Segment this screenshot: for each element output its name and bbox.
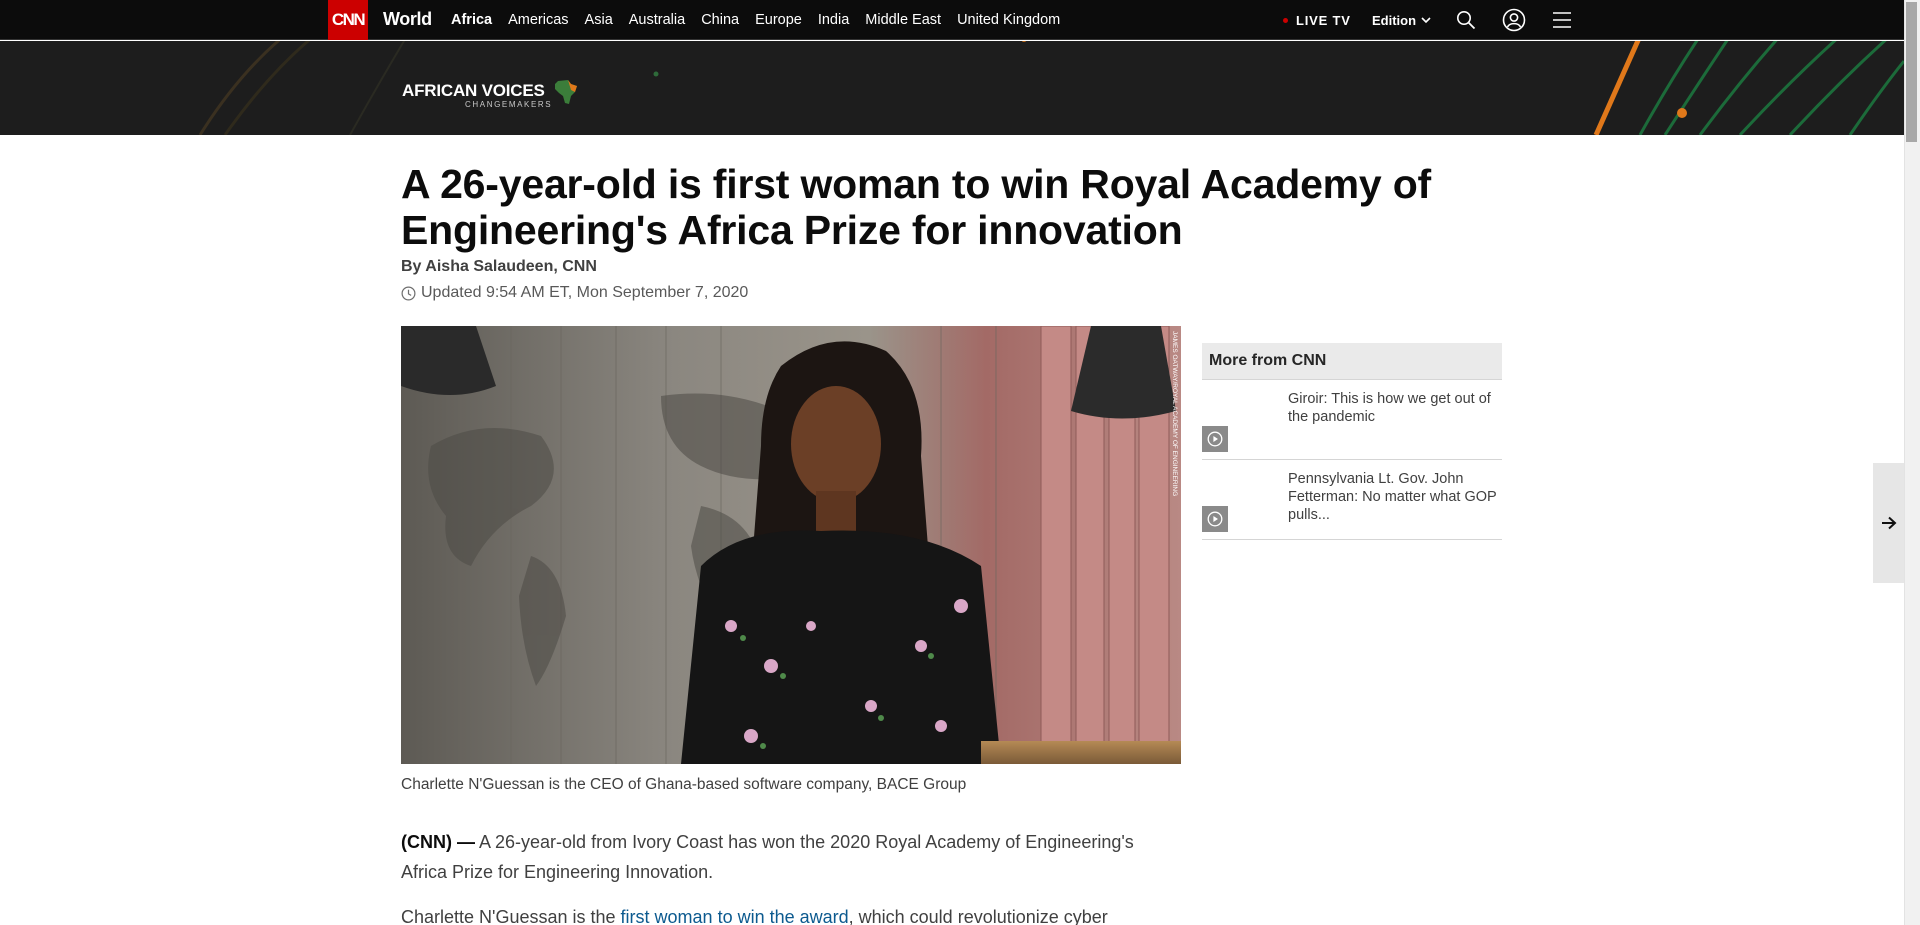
nav-link-africa[interactable]: Africa — [451, 12, 492, 28]
nav-link-united-kingdom[interactable]: United Kingdom — [957, 12, 1060, 28]
photo-caption: Charlette N'Guessan is the CEO of Ghana-… — [401, 776, 967, 793]
live-indicator-icon — [1283, 18, 1288, 23]
dateline-source: (CNN) — — [401, 832, 475, 852]
first-woman-award-link[interactable]: first woman to win the award — [621, 907, 849, 925]
article-headline: A 26-year-old is first woman to win Roya… — [401, 161, 1432, 253]
african-voices-subtitle: CHANGEMAKERS — [465, 100, 553, 109]
video-headline[interactable]: Pennsylvania Lt. Gov. John Fetterman: No… — [1288, 470, 1498, 524]
paragraph-2-text-after: , which could revolutionize cyber — [848, 907, 1108, 925]
article-timestamp: Updated 9:54 AM ET, Mon September 7, 202… — [401, 284, 748, 302]
banner-decoration — [198, 41, 1904, 135]
more-from-cnn-panel: More from CNN Giroir: This is how we get… — [1202, 343, 1502, 540]
clock-icon — [401, 286, 416, 300]
portrait-photo-illustration: JAMES OATWAY/ROYAL ACADEMY OF ENGINEERIN… — [401, 326, 1181, 764]
african-voices-title[interactable]: AFRICAN VOICES — [402, 81, 545, 101]
search-icon[interactable] — [1454, 8, 1478, 32]
more-from-cnn-title: More from CNN — [1202, 343, 1502, 380]
chevron-down-icon — [1421, 17, 1431, 24]
video-list-item[interactable]: Pennsylvania Lt. Gov. John Fetterman: No… — [1202, 460, 1502, 540]
user-account-icon[interactable] — [1502, 8, 1526, 32]
nav-link-india[interactable]: India — [818, 12, 849, 28]
africa-map-icon — [555, 80, 577, 104]
video-headline[interactable]: Giroir: This is how we get out of the pa… — [1288, 390, 1498, 426]
play-icon[interactable] — [1202, 426, 1228, 452]
nav-link-asia[interactable]: Asia — [585, 12, 613, 28]
african-voices-banner: AFRICAN VOICES CHANGEMAKERS — [0, 41, 1904, 135]
nav-link-europe[interactable]: Europe — [755, 12, 802, 28]
live-tv-link[interactable]: LIVE TV — [1283, 13, 1351, 28]
live-tv-label: LIVE TV — [1296, 13, 1351, 28]
hero-photo[interactable]: JAMES OATWAY/ROYAL ACADEMY OF ENGINEERIN… — [401, 326, 1181, 764]
section-title-world[interactable]: World — [383, 9, 432, 30]
article-byline[interactable]: By Aisha Salaudeen, CNN — [401, 258, 597, 276]
nav-link-americas[interactable]: Americas — [508, 12, 568, 28]
edition-dropdown[interactable]: Edition — [1372, 13, 1431, 28]
paragraph-1-text: A 26-year-old from Ivory Coast has won t… — [401, 832, 1134, 882]
photo-credit: JAMES OATWAY/ROYAL ACADEMY OF ENGINEERIN… — [1171, 331, 1178, 496]
next-article-tab[interactable] — [1873, 463, 1904, 583]
arrow-right-icon — [1881, 516, 1896, 530]
nav-link-middle-east[interactable]: Middle East — [865, 12, 941, 28]
updated-text: Updated 9:54 AM ET, Mon September 7, 202… — [421, 284, 749, 301]
video-list-item[interactable]: Giroir: This is how we get out of the pa… — [1202, 380, 1502, 460]
nav-link-australia[interactable]: Australia — [629, 12, 685, 28]
hamburger-menu-icon[interactable] — [1550, 8, 1574, 32]
paragraph-2-text-before: Charlette N'Guessan is the — [401, 907, 621, 925]
top-navigation: CNN World Africa Americas Asia Australia… — [0, 0, 1904, 40]
region-nav-links: Africa Americas Asia Australia China Eur… — [451, 12, 1076, 28]
edition-label: Edition — [1372, 13, 1417, 28]
scrollbar-thumb[interactable] — [1906, 2, 1917, 142]
article-paragraph-2: Charlette N'Guessan is the first woman t… — [401, 902, 1181, 925]
article-paragraph-1: (CNN) — A 26-year-old from Ivory Coast h… — [401, 827, 1181, 887]
nav-link-china[interactable]: China — [701, 12, 739, 28]
play-icon[interactable] — [1202, 506, 1228, 532]
cnn-logo[interactable]: CNN — [328, 0, 368, 40]
